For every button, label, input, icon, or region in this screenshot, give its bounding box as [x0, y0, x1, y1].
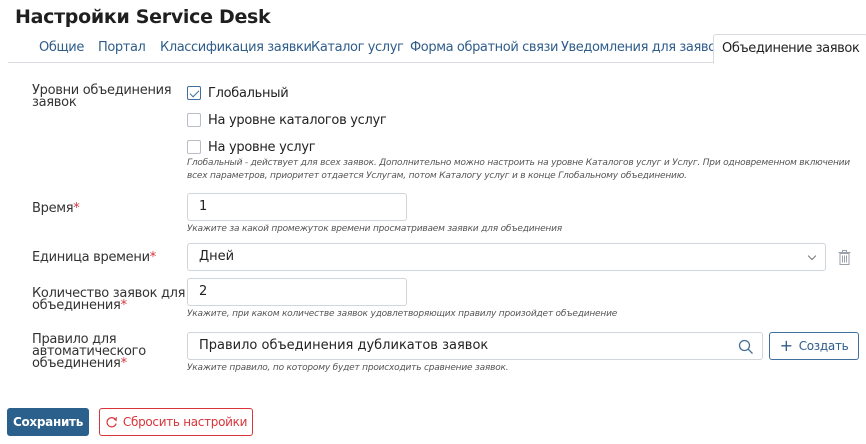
levels-label-line2: заявок — [32, 95, 77, 110]
required-mark: * — [120, 356, 128, 371]
tab-service-catalog[interactable]: Каталог услуг — [311, 34, 404, 63]
levels-hint: Глобальный - действует для всех заявок. … — [187, 157, 850, 183]
page-title: Настройки Service Desk — [15, 6, 271, 28]
time-input[interactable]: 1 — [187, 193, 407, 221]
checkbox-catalog-level[interactable]: На уровне каталогов услуг — [187, 111, 387, 129]
time-unit-value: Дней — [199, 249, 235, 264]
tab-general[interactable]: Общие — [39, 34, 84, 63]
rule-input[interactable]: Правило объединения дубликатов заявок — [187, 332, 763, 360]
rule-hint: Укажите правило, по которому будет проис… — [187, 363, 509, 373]
tab-feedback-form[interactable]: Форма обратной связи — [410, 34, 558, 63]
checkbox-unchecked-icon[interactable] — [187, 113, 201, 127]
count-label: Количество заявок для объединения* — [32, 287, 186, 313]
search-icon[interactable] — [738, 339, 754, 355]
checkbox-global[interactable]: Глобальный — [187, 84, 289, 102]
reset-settings-label: Сбросить настройки — [122, 415, 248, 429]
count-hint: Укажите, при каком количестве заявок удо… — [187, 309, 618, 319]
required-mark: * — [73, 201, 80, 216]
tab-request-notifications[interactable]: Уведомления для заявок — [561, 34, 724, 63]
chevron-down-icon[interactable] — [807, 251, 817, 261]
tab-bar: Общие Портал Классификация заявки Катало… — [8, 34, 866, 64]
time-unit-label: Единица времени* — [32, 250, 157, 265]
checkbox-checked-icon[interactable] — [187, 86, 201, 100]
time-label-text: Время — [32, 201, 74, 216]
levels-hint-line1: Глобальный - действует для всех заявок. … — [187, 158, 850, 168]
trash-icon[interactable] — [838, 250, 851, 265]
checkbox-service-level-label: На уровне услуг — [208, 139, 316, 155]
save-button[interactable]: Сохранить — [7, 408, 89, 436]
rule-label: Правило для автоматического объединения* — [32, 333, 146, 371]
rule-value: Правило объединения дубликатов заявок — [199, 338, 489, 353]
checkbox-catalog-level-label: На уровне каталогов услуг — [208, 112, 387, 128]
refresh-icon — [106, 416, 117, 427]
reset-settings-button[interactable]: Сбросить настройки — [99, 408, 253, 436]
time-unit-select[interactable]: Дней — [187, 243, 826, 271]
levels-label: Уровни объединения заявок — [32, 84, 172, 110]
rule-label-line3: объединения* — [32, 356, 128, 371]
tab-request-classification[interactable]: Классификация заявки — [160, 34, 312, 63]
count-label-line2: объединения* — [32, 298, 128, 313]
time-label: Время* — [32, 201, 80, 216]
levels-hint-line2: всех параметров, приоритет отдается Услу… — [187, 171, 687, 181]
create-rule-label: Создать — [798, 339, 849, 353]
count-input[interactable]: 2 — [187, 278, 407, 306]
required-mark: * — [149, 250, 157, 265]
tab-request-merge[interactable]: Объединение заявок — [713, 34, 866, 64]
time-hint: Укажите за какой промежуток времени прос… — [187, 224, 562, 234]
checkbox-unchecked-icon[interactable] — [187, 140, 201, 154]
time-unit-label-text: Единица времени — [32, 250, 150, 265]
checkbox-service-level[interactable]: На уровне услуг — [187, 138, 316, 156]
create-rule-button[interactable]: + Создать — [769, 332, 859, 360]
required-mark: * — [120, 298, 128, 313]
checkbox-global-label: Глобальный — [208, 85, 289, 101]
plus-icon: + — [779, 336, 793, 355]
tab-portal[interactable]: Портал — [98, 34, 146, 63]
